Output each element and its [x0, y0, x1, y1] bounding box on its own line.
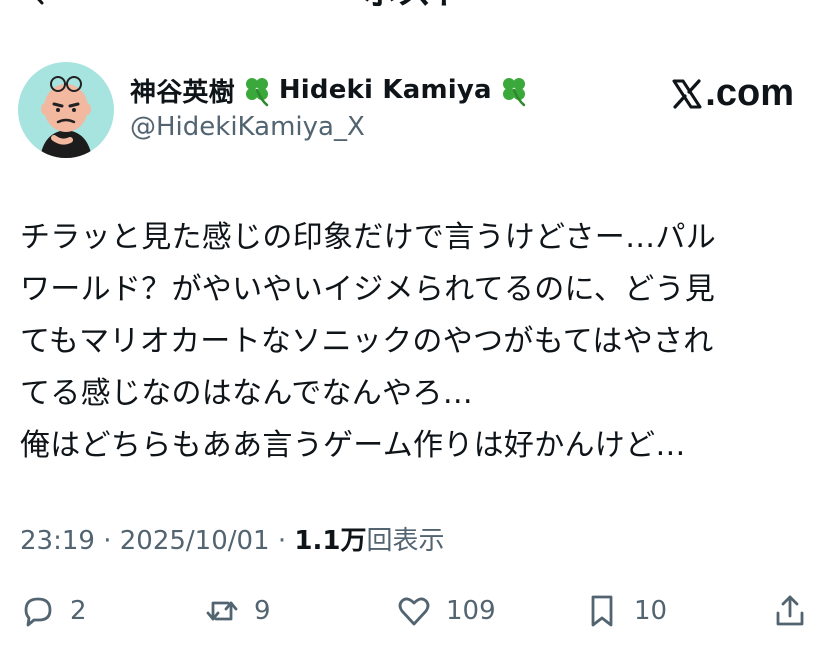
action-bar: 2 9 109 10: [0, 586, 828, 636]
like-button[interactable]: 109: [396, 586, 496, 636]
clover-icon: [502, 78, 526, 107]
repost-icon: [206, 601, 238, 621]
brand-suffix: .com: [705, 72, 794, 114]
repost-count: 9: [254, 596, 271, 626]
x-logo-icon: [672, 78, 702, 109]
reply-button[interactable]: 2: [20, 586, 87, 636]
avatar-illustration: [40, 76, 92, 158]
top-nav-bar: ポスト: [0, 0, 828, 14]
reply-count: 2: [70, 596, 87, 626]
page-title: ポスト: [0, 0, 828, 10]
post-time[interactable]: 23:19: [20, 526, 95, 556]
bookmark-button[interactable]: 10: [584, 586, 667, 636]
author-name[interactable]: 神谷英樹 Hideki Kamiya: [130, 70, 536, 110]
post-text-line: ワールド？がやいやいイジメられてるのに、どう見: [20, 272, 716, 307]
post-text-line: チラッと見た感じの印象だけで言うけどさー…パル: [20, 220, 716, 255]
post-text: チラッと見た感じの印象だけで言うけどさー…パル ワールド？がやいやいイジメられて…: [20, 212, 810, 472]
repost-button[interactable]: 9: [204, 586, 271, 636]
share-button[interactable]: [772, 586, 808, 636]
post-text-line: 俺はどちらもああ言うゲーム作りは好かんけど…: [20, 428, 686, 463]
bookmark-count: 10: [634, 596, 668, 626]
bookmark-icon: [591, 595, 613, 627]
views-label: 回表示: [366, 526, 445, 556]
post-metadata: 23:19 · 2025/10/01 · 1.1万回表示: [20, 520, 444, 557]
post-text-line: てる感じなのはなんでなんやろ…: [20, 376, 473, 411]
meta-separator: ·: [103, 526, 112, 556]
reply-icon: [24, 597, 52, 627]
post-date[interactable]: 2025/10/01: [120, 526, 270, 556]
post-text-line: てもマリオカートなソニックのやつがもてはやされ: [20, 324, 714, 359]
meta-separator: ·: [277, 526, 287, 556]
display-name-jp: 神谷英樹: [130, 77, 235, 108]
brand-watermark: .com: [671, 72, 794, 115]
share-icon: [776, 595, 804, 626]
like-icon: [398, 597, 430, 626]
avatar[interactable]: [18, 62, 114, 158]
author-handle[interactable]: @HidekiKamiya_X: [130, 112, 365, 142]
like-count: 109: [446, 596, 496, 626]
views-count[interactable]: 1.1万: [294, 526, 366, 556]
clover-icon: [245, 78, 269, 107]
display-name-en: Hideki Kamiya: [278, 75, 492, 105]
